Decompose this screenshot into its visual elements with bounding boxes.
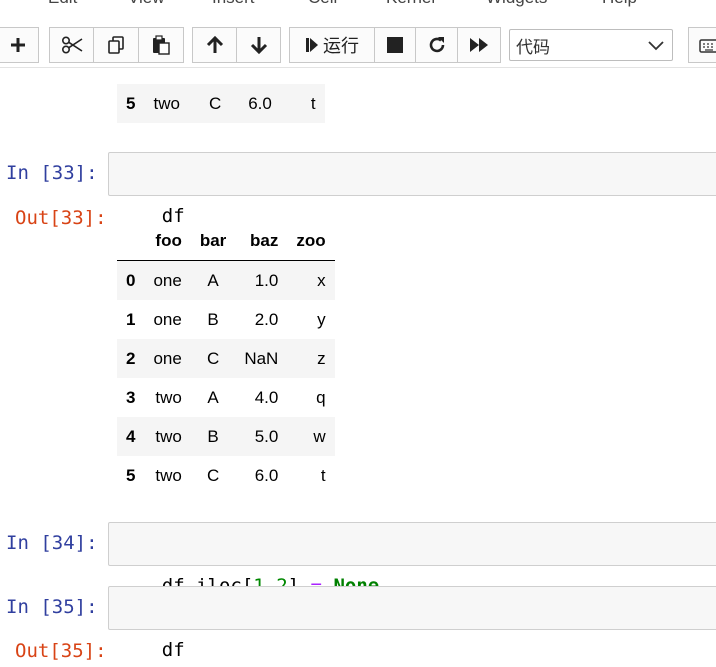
menu-edit[interactable]: Edit	[48, 0, 77, 8]
cell-foo: one	[153, 348, 182, 368]
chevron-down-icon	[648, 41, 664, 51]
menu-view[interactable]: View	[128, 0, 165, 8]
input-prompt-35: In [35]:	[6, 596, 98, 618]
output-prompt-35: Out[35]:	[15, 640, 107, 662]
table-header-row: foo bar baz zoo	[117, 222, 335, 261]
cell-zoo: y	[317, 309, 326, 329]
cell-zoo: t	[320, 465, 326, 485]
cell-type-value: 代码	[516, 37, 550, 58]
copy-icon	[108, 36, 124, 54]
restart-run-all-button[interactable]	[457, 27, 501, 63]
code-input-35[interactable]: df	[108, 586, 716, 661]
menu-kernel[interactable]: Kernel	[386, 0, 435, 8]
row-index: 0	[126, 270, 136, 290]
cell-bar: C	[206, 465, 220, 485]
code-text: df	[161, 639, 185, 661]
previous-output-table: 5 two C 6.0 t	[117, 84, 325, 123]
scissors-icon	[61, 36, 82, 54]
cell-foo: two	[155, 387, 182, 407]
stop-icon	[387, 37, 403, 53]
table-row: 2 one C NaN z	[117, 339, 335, 378]
cell-zoo: t	[310, 93, 316, 113]
cell-bar: B	[207, 426, 219, 446]
menu-widgets[interactable]: Widgets	[486, 0, 547, 8]
column-header-zoo: zoo	[287, 222, 335, 261]
copy-button[interactable]	[93, 27, 139, 63]
row-index: 4	[126, 426, 136, 446]
table-row: 0 one A 1.0 x	[117, 260, 335, 300]
arrow-up-icon	[206, 35, 223, 53]
cell-foo: one	[153, 309, 182, 329]
menu-cell[interactable]: Cell	[308, 0, 337, 8]
cell-foo: two	[155, 465, 182, 485]
table-row: 4 two B 5.0 w	[117, 417, 335, 456]
input-prompt-34: In [34]:	[6, 532, 98, 554]
paste-icon	[153, 35, 170, 55]
row-index: 1	[126, 309, 136, 329]
cell-baz: 5.0	[254, 426, 279, 446]
cell-bar: B	[207, 309, 219, 329]
row-index: 5	[126, 465, 136, 485]
cell-foo: one	[153, 270, 182, 290]
menu-help[interactable]: Help	[602, 0, 637, 8]
row-index: 2	[126, 348, 136, 368]
cell-bar: C	[206, 348, 220, 368]
command-palette-button[interactable]	[688, 27, 716, 63]
notebook-container: 5 two C 6.0 t In [33]: df Out[33]: foo b…	[0, 68, 716, 667]
cell-zoo: q	[316, 387, 326, 407]
paste-button[interactable]	[138, 27, 184, 63]
table-row: 1 one B 2.0 y	[117, 300, 335, 339]
cell-baz: 2.0	[254, 309, 279, 329]
row-index: 5	[126, 93, 136, 113]
plus-icon	[10, 38, 25, 52]
cell-baz: 4.0	[254, 387, 279, 407]
code-input-33[interactable]: df	[108, 152, 716, 227]
step-forward-icon	[306, 38, 318, 52]
column-header-baz: baz	[235, 222, 288, 261]
table-row: 5 two C 6.0 t	[117, 84, 325, 123]
table-row: 3 two A 4.0 q	[117, 378, 335, 417]
refresh-icon	[429, 37, 444, 53]
column-header-foo: foo	[144, 222, 191, 261]
cell-bar: C	[208, 93, 222, 113]
cell-zoo: w	[313, 426, 326, 446]
toolbar: 运行 代码	[0, 27, 716, 68]
dataframe-output-33: foo bar baz zoo 0 one A 1.0 x 1 one B 2.…	[117, 222, 335, 495]
restart-kernel-button[interactable]	[415, 27, 458, 63]
move-down-button[interactable]	[236, 27, 281, 63]
keyboard-icon	[699, 39, 716, 53]
cell-zoo: x	[317, 270, 326, 290]
cell-bar: A	[207, 387, 219, 407]
run-button-label: 运行	[323, 36, 359, 57]
insert-cell-button[interactable]	[0, 27, 39, 63]
cell-foo: two	[153, 93, 180, 113]
menu-insert[interactable]: Insert	[212, 0, 255, 8]
cell-type-select[interactable]: 代码	[509, 29, 673, 61]
table-row: 5 two C 6.0 t	[117, 456, 335, 495]
output-prompt-33: Out[33]:	[15, 207, 107, 229]
run-button[interactable]: 运行	[289, 27, 375, 63]
index-header	[117, 222, 145, 261]
cell-baz: NaN	[244, 348, 279, 368]
cell-baz: 6.0	[254, 465, 279, 485]
cell-baz: 1.0	[254, 270, 279, 290]
move-up-button[interactable]	[192, 27, 237, 63]
column-header-bar: bar	[190, 222, 236, 261]
row-index: 3	[126, 387, 136, 407]
fast-forward-icon	[470, 38, 488, 52]
arrow-down-icon	[250, 37, 267, 55]
cut-button[interactable]	[49, 27, 94, 63]
cell-bar: A	[207, 270, 219, 290]
menu-bar: Edit View Insert Cell Kernel Widgets Hel…	[0, 0, 716, 14]
cell-baz: 6.0	[248, 93, 272, 113]
code-input-34[interactable]: df.iloc[1,2] = None	[108, 522, 716, 597]
interrupt-kernel-button[interactable]	[374, 27, 416, 63]
cell-foo: two	[155, 426, 182, 446]
cell-zoo: z	[317, 348, 326, 368]
input-prompt-33: In [33]:	[6, 162, 98, 184]
